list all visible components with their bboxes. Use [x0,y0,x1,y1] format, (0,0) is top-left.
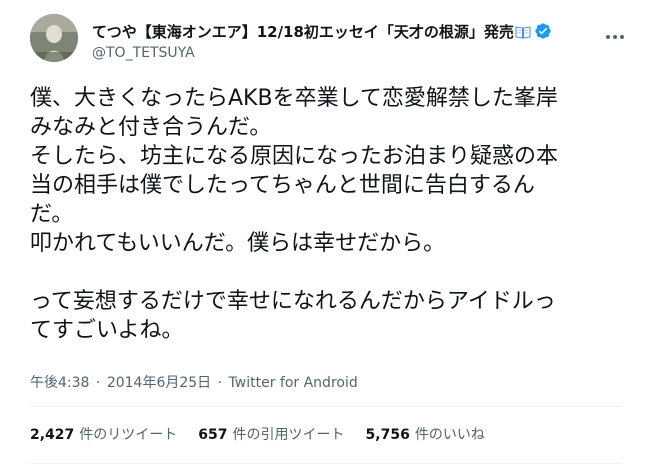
likes-stat[interactable]: 5,756 件のいいね [366,424,485,444]
avatar[interactable] [30,14,78,62]
tweet-date[interactable]: 2014年6月25日 [107,375,211,391]
tweet-stats: 2,427 件のリツイート 657 件の引用ツイート 5,756 件のいいね [30,424,506,444]
divider [30,463,622,464]
retweets-label: 件のリツイート [79,427,178,443]
likes-label: 件のいいね [414,427,485,443]
tweet-time[interactable]: 午後4:38 [30,375,89,391]
meta-separator: · [95,375,101,391]
retweets-stat[interactable]: 2,427 件のリツイート [30,424,177,444]
more-options-icon[interactable] [604,26,626,39]
tweet-line: みなみと付き合うんだ。 [30,115,272,140]
meta-separator: · [217,375,223,391]
author-display-name[interactable]: てつや【東海オンエア】12/18初エッセイ「天才の根源」発売 [92,21,514,42]
tweet-line: そしたら、坊主になる原因になったお泊まり疑惑の本 [30,144,559,169]
verified-badge-icon [534,22,552,40]
tweet-source[interactable]: Twitter for Android [229,375,358,391]
quotes-count: 657 [198,427,228,443]
avatar-photo [30,14,78,62]
tweet-line [30,258,630,287]
divider [30,406,622,407]
retweets-count: 2,427 [30,427,75,443]
author-name-row[interactable]: てつや【東海オンエア】12/18初エッセイ「天才の根源」発売 [92,20,552,42]
quotes-label: 件の引用ツイート [232,427,345,443]
tweet-line: って妄想するだけで幸せになれるんだからアイドルっ [30,289,556,314]
tweet-line: 僕、大きくなったらAKBを卒業して恋愛解禁した峯岸 [30,86,558,111]
likes-count: 5,756 [365,427,410,443]
open-book-icon [515,24,531,39]
quotes-stat[interactable]: 657 件の引用ツイート [198,424,344,444]
tweet-line: だ。 [30,202,74,227]
tweet-text: 僕、大きくなったらAKBを卒業して恋愛解禁した峯岸 みなみと付き合うんだ。 そし… [30,84,630,345]
tweet-line: てすごいよね。 [30,318,184,343]
tweet-card: てつや【東海オンエア】12/18初エッセイ「天才の根源」発売 @TO_TETSU… [0,0,652,470]
tweet-meta: 午後4:38 · 2014年6月25日 · Twitter for Androi… [30,372,358,392]
tweet-line: 当の相手は僕でしたってちゃんと世間に告白するん [30,173,535,198]
tweet-line: 叩かれてもいいんだ。僕らは幸せだから。 [30,231,446,256]
author-handle[interactable]: @TO_TETSUYA [92,45,195,61]
